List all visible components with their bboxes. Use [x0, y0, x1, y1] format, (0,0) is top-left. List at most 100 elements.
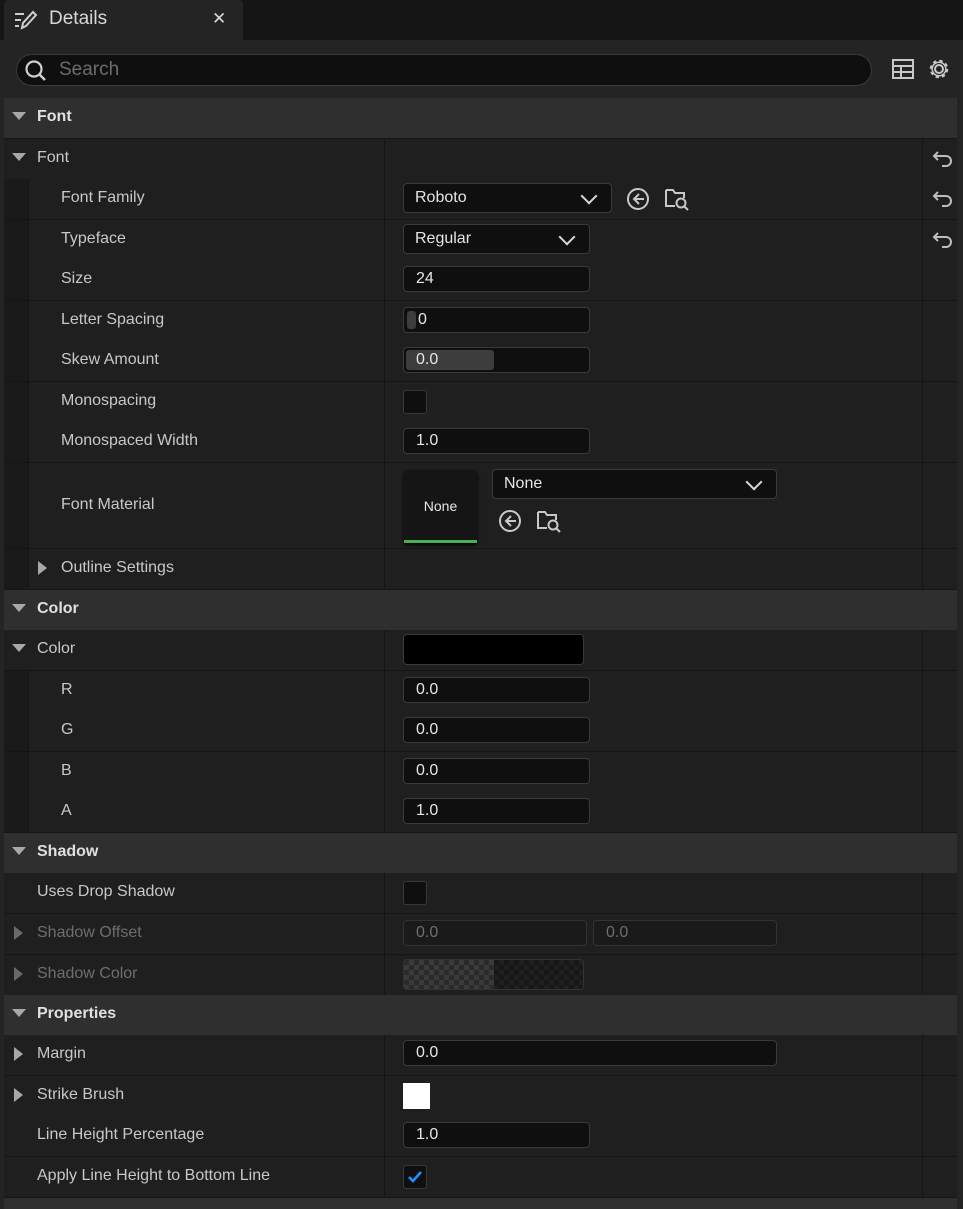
line-height-input[interactable]: 1.0 — [403, 1122, 590, 1148]
property-label: R — [61, 681, 73, 698]
monospacing-row: Monospacing — [4, 382, 957, 423]
apply-line-height-row: Apply Line Height to Bottom Line — [4, 1157, 957, 1198]
property-label: G — [61, 721, 74, 738]
property-label: Outline Settings — [61, 559, 174, 576]
color-g-row: G 0.0 — [4, 711, 957, 752]
skew-amount-row: Skew Amount 0.0 — [4, 341, 957, 382]
letter-spacing-input[interactable]: 0 — [403, 307, 590, 333]
search-icon — [25, 60, 46, 81]
font-family-combo[interactable]: Roboto — [403, 183, 612, 213]
table-view-icon[interactable] — [890, 56, 916, 82]
gear-icon[interactable] — [926, 56, 952, 82]
shadow-color-row[interactable]: Shadow Color — [4, 955, 957, 996]
tab-title: Details — [49, 8, 108, 29]
section-properties[interactable]: Properties — [4, 995, 957, 1036]
g-input[interactable]: 0.0 — [403, 717, 590, 743]
property-label: Letter Spacing — [61, 311, 165, 328]
color-group-row[interactable]: Color — [4, 630, 957, 671]
uses-drop-shadow-checkbox[interactable] — [403, 881, 427, 905]
use-selected-asset-icon[interactable] — [626, 187, 650, 211]
field-value: 0.0 — [416, 351, 439, 368]
field-value: 0 — [418, 311, 427, 328]
shadow-offset-row[interactable]: Shadow Offset 0.0 0.0 — [4, 914, 957, 955]
property-label: Skew Amount — [61, 351, 159, 368]
shadow-offset-y-input[interactable]: 0.0 — [593, 920, 777, 946]
font-group-row[interactable]: Font — [4, 139, 957, 180]
monospaced-width-row: Monospaced Width 1.0 — [4, 422, 957, 463]
section-font[interactable]: Font — [4, 98, 957, 139]
reset-to-default-icon[interactable] — [932, 148, 954, 168]
chevron-down-icon — [580, 187, 598, 205]
browse-asset-icon[interactable] — [536, 508, 562, 534]
asset-type-bar — [404, 540, 477, 543]
group-label: Color — [37, 640, 76, 657]
combo-value: None — [504, 475, 543, 492]
monospacing-checkbox[interactable] — [403, 390, 427, 414]
uses-drop-shadow-row: Uses Drop Shadow — [4, 873, 957, 914]
b-input[interactable]: 0.0 — [403, 758, 590, 784]
checkmark-icon — [408, 1171, 422, 1183]
shadow-offset-x-input[interactable]: 0.0 — [403, 920, 587, 946]
property-label: Font Material — [61, 496, 155, 513]
typeface-row: Typeface Regular — [4, 220, 957, 261]
section-label: Font — [37, 108, 72, 125]
property-label: Monospaced Width — [61, 432, 198, 449]
section-label: Color — [37, 600, 79, 617]
skew-amount-slider[interactable]: 0.0 — [403, 347, 590, 373]
shadow-color-swatch[interactable] — [403, 959, 584, 990]
property-label: Uses Drop Shadow — [37, 883, 175, 900]
section-shadow[interactable]: Shadow — [4, 833, 957, 874]
strike-brush-swatch[interactable] — [403, 1083, 430, 1109]
collapse-arrow-icon — [12, 112, 26, 120]
monospaced-width-input[interactable]: 1.0 — [403, 428, 590, 454]
property-label: Strike Brush — [37, 1086, 125, 1103]
expand-arrow-icon — [14, 926, 23, 940]
margin-row[interactable]: Margin 0.0 — [4, 1035, 957, 1076]
letter-spacing-row: Letter Spacing 0 — [4, 301, 957, 342]
color-swatch[interactable] — [403, 634, 584, 665]
reset-to-default-icon[interactable] — [932, 229, 954, 249]
line-height-row: Line Height Percentage 1.0 — [4, 1116, 957, 1157]
strike-brush-row[interactable]: Strike Brush — [4, 1076, 957, 1117]
typeface-combo[interactable]: Regular — [403, 224, 590, 254]
close-icon[interactable]: ✕ — [212, 9, 226, 29]
browse-asset-icon[interactable] — [664, 186, 690, 212]
margin-input[interactable]: 0.0 — [403, 1040, 777, 1066]
material-thumbnail[interactable]: None — [404, 470, 477, 543]
search-box[interactable] — [16, 54, 872, 86]
combo-value: Regular — [415, 230, 472, 247]
outline-settings-row[interactable]: Outline Settings — [4, 549, 957, 590]
property-label: Shadow Color — [37, 965, 138, 982]
property-label: Apply Line Height to Bottom Line — [37, 1167, 271, 1184]
size-input[interactable]: 24 — [403, 266, 590, 292]
details-tab[interactable]: Details ✕ — [4, 0, 243, 40]
scroll-bottom-edge — [4, 1198, 957, 1209]
group-label: Font — [37, 149, 70, 166]
a-input[interactable]: 1.0 — [403, 798, 590, 824]
r-input[interactable]: 0.0 — [403, 677, 590, 703]
color-r-row: R 0.0 — [4, 671, 957, 712]
collapse-arrow-icon — [12, 153, 26, 161]
section-color[interactable]: Color — [4, 590, 957, 631]
property-label: Size — [61, 270, 93, 287]
color-a-row: A 1.0 — [4, 792, 957, 833]
apply-line-height-checkbox[interactable] — [403, 1165, 427, 1189]
property-label: Shadow Offset — [37, 924, 142, 941]
section-label: Shadow — [37, 843, 99, 860]
chevron-down-icon — [558, 228, 576, 246]
section-label: Properties — [37, 1005, 117, 1022]
property-label: B — [61, 762, 72, 779]
property-label: Monospacing — [61, 392, 157, 409]
expand-arrow-icon — [14, 1088, 23, 1102]
search-input[interactable] — [57, 57, 861, 83]
font-material-combo[interactable]: None — [492, 469, 777, 499]
expand-arrow-icon — [38, 561, 47, 575]
use-selected-asset-icon[interactable] — [498, 509, 522, 533]
reset-to-default-icon[interactable] — [932, 188, 954, 208]
font-family-row: Font Family Roboto — [4, 179, 957, 220]
thumbnail-label: None — [423, 498, 458, 514]
collapse-arrow-icon — [12, 604, 26, 612]
font-material-row: Font Material None None — [4, 463, 957, 549]
property-label: Margin — [37, 1045, 86, 1062]
property-label: A — [61, 802, 72, 819]
